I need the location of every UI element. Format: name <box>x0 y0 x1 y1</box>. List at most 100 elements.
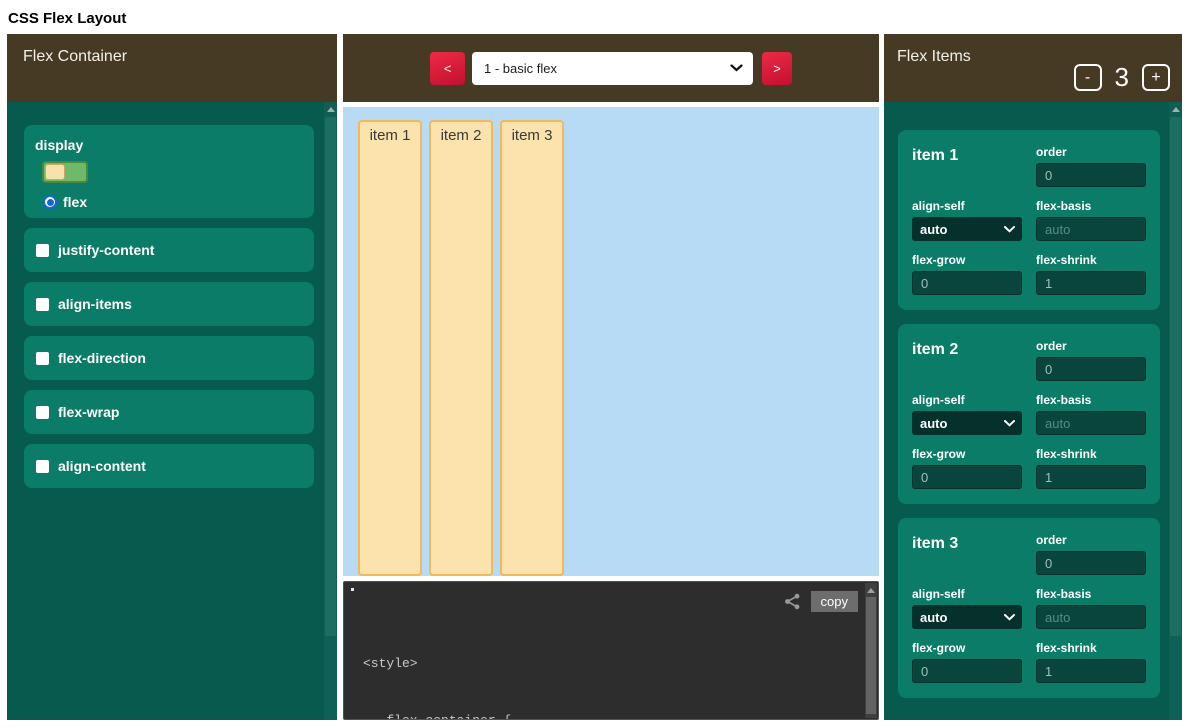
prop-card-align-items: align-items <box>24 282 314 326</box>
item-3-flex-grow-input[interactable] <box>912 659 1022 683</box>
example-nav-header: < 1 - basic flex > <box>343 34 879 102</box>
example-select[interactable]: 1 - basic flex <box>472 52 753 85</box>
display-label: display <box>35 137 314 153</box>
item-1-order-input[interactable] <box>1036 163 1146 187</box>
flex-container-body: display flex justify-content align-item <box>7 102 337 720</box>
align-content-checkbox[interactable] <box>36 460 49 473</box>
copy-button[interactable]: copy <box>811 591 858 612</box>
flex-shrink-label: flex-shrink <box>1036 447 1146 461</box>
flex-basis-label: flex-basis <box>1036 393 1146 407</box>
align-self-value: auto <box>920 610 947 625</box>
flex-items-panel: Flex Items - 3 + item 1 order align-self <box>884 34 1182 720</box>
item-2-card: item 2 order align-self auto flex-grow <box>898 324 1160 504</box>
flex-direction-checkbox[interactable] <box>36 352 49 365</box>
scroll-up-icon[interactable] <box>865 583 877 597</box>
display-card: display flex <box>24 125 314 218</box>
order-label: order <box>1036 339 1146 353</box>
chevron-down-icon <box>1004 226 1015 233</box>
prop-card-flex-direction: flex-direction <box>24 336 314 380</box>
item-count-stepper: - 3 + <box>1074 62 1170 93</box>
chevron-down-icon <box>1004 614 1015 621</box>
item-2-flex-basis-input[interactable] <box>1036 411 1146 435</box>
flex-container-panel: Flex Container display flex justify-cont… <box>7 34 337 720</box>
main-layout: Flex Container display flex justify-cont… <box>7 34 1199 720</box>
display-toggle-knob <box>45 164 65 180</box>
item-1-title: item 1 <box>912 145 1022 187</box>
flex-grow-label: flex-grow <box>912 253 1022 267</box>
preview-item-1: item 1 <box>358 120 422 576</box>
example-select-value: 1 - basic flex <box>484 61 557 76</box>
flex-wrap-checkbox[interactable] <box>36 406 49 419</box>
scroll-up-icon[interactable] <box>324 102 337 117</box>
preview-item-3: item 3 <box>500 120 564 576</box>
flex-radio[interactable] <box>43 195 57 209</box>
left-scrollbar-thumb[interactable] <box>325 117 336 636</box>
code-caret <box>351 588 354 591</box>
item-3-flex-shrink-input[interactable] <box>1036 659 1146 683</box>
item-3-title: item 3 <box>912 533 1022 575</box>
item-count: 3 <box>1115 62 1129 93</box>
next-example-button[interactable]: > <box>762 52 792 85</box>
align-items-checkbox[interactable] <box>36 298 49 311</box>
chevron-down-icon <box>730 64 743 72</box>
item-3-flex-basis-input[interactable] <box>1036 605 1146 629</box>
item-1-card: item 1 order align-self auto flex-grow <box>898 130 1160 310</box>
left-panel-scrollbar[interactable] <box>324 102 337 720</box>
remove-item-button[interactable]: - <box>1074 64 1102 91</box>
add-item-button[interactable]: + <box>1142 64 1170 91</box>
prop-card-flex-wrap: flex-wrap <box>24 390 314 434</box>
align-self-value: auto <box>920 222 947 237</box>
flex-items-body: item 1 order align-self auto flex-grow <box>884 102 1182 720</box>
align-content-label: align-content <box>58 458 146 474</box>
page-title: CSS Flex Layout <box>0 0 1199 34</box>
flex-shrink-label: flex-shrink <box>1036 641 1146 655</box>
item-3-align-self-select[interactable]: auto <box>912 605 1022 629</box>
chevron-down-icon <box>1004 420 1015 427</box>
align-self-label: align-self <box>912 393 1022 407</box>
preview-item-2: item 2 <box>429 120 493 576</box>
flex-items-header: Flex Items - 3 + <box>884 34 1182 102</box>
justify-content-checkbox[interactable] <box>36 244 49 257</box>
order-label: order <box>1036 533 1146 547</box>
code-line: .flex-container { <box>363 711 878 720</box>
item-1-flex-shrink-input[interactable] <box>1036 271 1146 295</box>
prop-card-align-content: align-content <box>24 444 314 488</box>
flex-grow-label: flex-grow <box>912 641 1022 655</box>
item-2-flex-grow-input[interactable] <box>912 465 1022 489</box>
right-scrollbar-thumb[interactable] <box>1170 117 1181 636</box>
preview-panel: < 1 - basic flex > item 1 item 2 item 3 <box>343 34 879 720</box>
order-label: order <box>1036 145 1146 159</box>
flex-wrap-label: flex-wrap <box>58 404 119 420</box>
item-3-order-input[interactable] <box>1036 551 1146 575</box>
code-scrollbar[interactable] <box>865 583 877 718</box>
prev-example-button[interactable]: < <box>430 52 465 85</box>
code-scrollbar-thumb[interactable] <box>866 597 876 714</box>
align-self-label: align-self <box>912 587 1022 601</box>
item-2-order-input[interactable] <box>1036 357 1146 381</box>
item-1-align-self-select[interactable]: auto <box>912 217 1022 241</box>
item-2-title: item 2 <box>912 339 1022 381</box>
flex-container-header: Flex Container <box>7 34 337 102</box>
share-icon[interactable] <box>784 593 801 610</box>
flex-preview-container: item 1 item 2 item 3 <box>343 107 879 576</box>
item-3-card: item 3 order align-self auto flex-grow <box>898 518 1160 698</box>
item-2-flex-shrink-input[interactable] <box>1036 465 1146 489</box>
item-2-align-self-select[interactable]: auto <box>912 411 1022 435</box>
item-1-flex-basis-input[interactable] <box>1036 217 1146 241</box>
code-panel: copy <style> .flex-container { display: … <box>343 581 879 720</box>
align-self-value: auto <box>920 416 947 431</box>
align-items-label: align-items <box>58 296 132 312</box>
flex-basis-label: flex-basis <box>1036 587 1146 601</box>
flex-container-title: Flex Container <box>7 34 337 66</box>
display-toggle[interactable] <box>42 161 88 183</box>
scroll-up-icon[interactable] <box>1169 102 1182 117</box>
prop-card-justify-content: justify-content <box>24 228 314 272</box>
align-self-label: align-self <box>912 199 1022 213</box>
item-1-flex-grow-input[interactable] <box>912 271 1022 295</box>
right-panel-scrollbar[interactable] <box>1169 102 1182 720</box>
code-line: <style> <box>363 654 878 673</box>
flex-basis-label: flex-basis <box>1036 199 1146 213</box>
flex-radio-label: flex <box>63 194 87 210</box>
flex-direction-label: flex-direction <box>58 350 146 366</box>
flex-grow-label: flex-grow <box>912 447 1022 461</box>
